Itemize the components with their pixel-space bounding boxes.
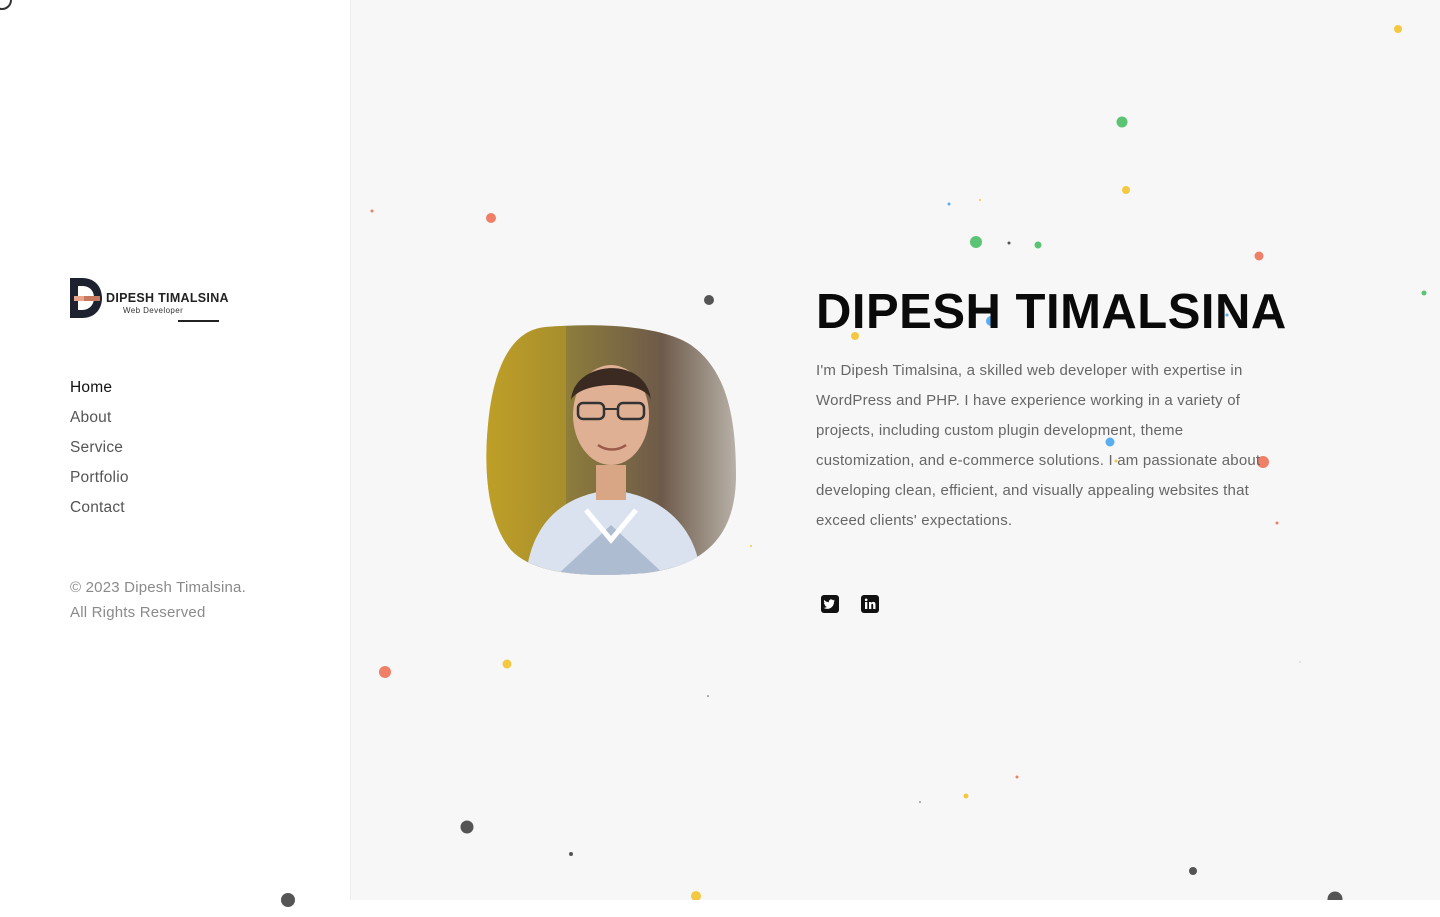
d-letter-logo-icon: [70, 278, 102, 318]
logo-tagline: Web Developer: [123, 306, 184, 315]
logo-name: DIPESH TIMALSINA: [106, 291, 229, 305]
nav-item-portfolio[interactable]: Portfolio: [70, 467, 129, 497]
main-navigation: Home About Service Portfolio Contact: [70, 377, 129, 527]
linkedin-icon[interactable]: [861, 595, 879, 613]
nav-item-contact[interactable]: Contact: [70, 497, 129, 527]
nav-item-service[interactable]: Service: [70, 437, 129, 467]
twitter-icon[interactable]: [821, 595, 839, 613]
copyright: © 2023 Dipesh Timalsina. All Rights Rese…: [70, 575, 246, 625]
cursor-ring-icon: [0, 0, 12, 10]
hero-bio: I'm Dipesh Timalsina, a skilled web deve…: [816, 362, 1261, 529]
logo-underline: [178, 320, 219, 322]
copyright-line: © 2023 Dipesh Timalsina.: [70, 579, 246, 596]
sidebar: DIPESH TIMALSINA Web Developer Home Abou…: [0, 0, 351, 900]
social-links: [821, 595, 879, 613]
profile-photo: [486, 325, 737, 575]
nav-item-home[interactable]: Home: [70, 377, 129, 407]
site-logo[interactable]: DIPESH TIMALSINA Web Developer: [70, 276, 229, 324]
rights-line: All Rights Reserved: [70, 604, 206, 621]
scroll-indicator-dot: [281, 893, 295, 907]
hero-title: DIPESH TIMALSINA: [816, 285, 1287, 339]
nav-item-about[interactable]: About: [70, 407, 129, 437]
hero-section: DIPESH TIMALSINA I'm Dipesh Timalsina, a…: [351, 0, 1440, 900]
